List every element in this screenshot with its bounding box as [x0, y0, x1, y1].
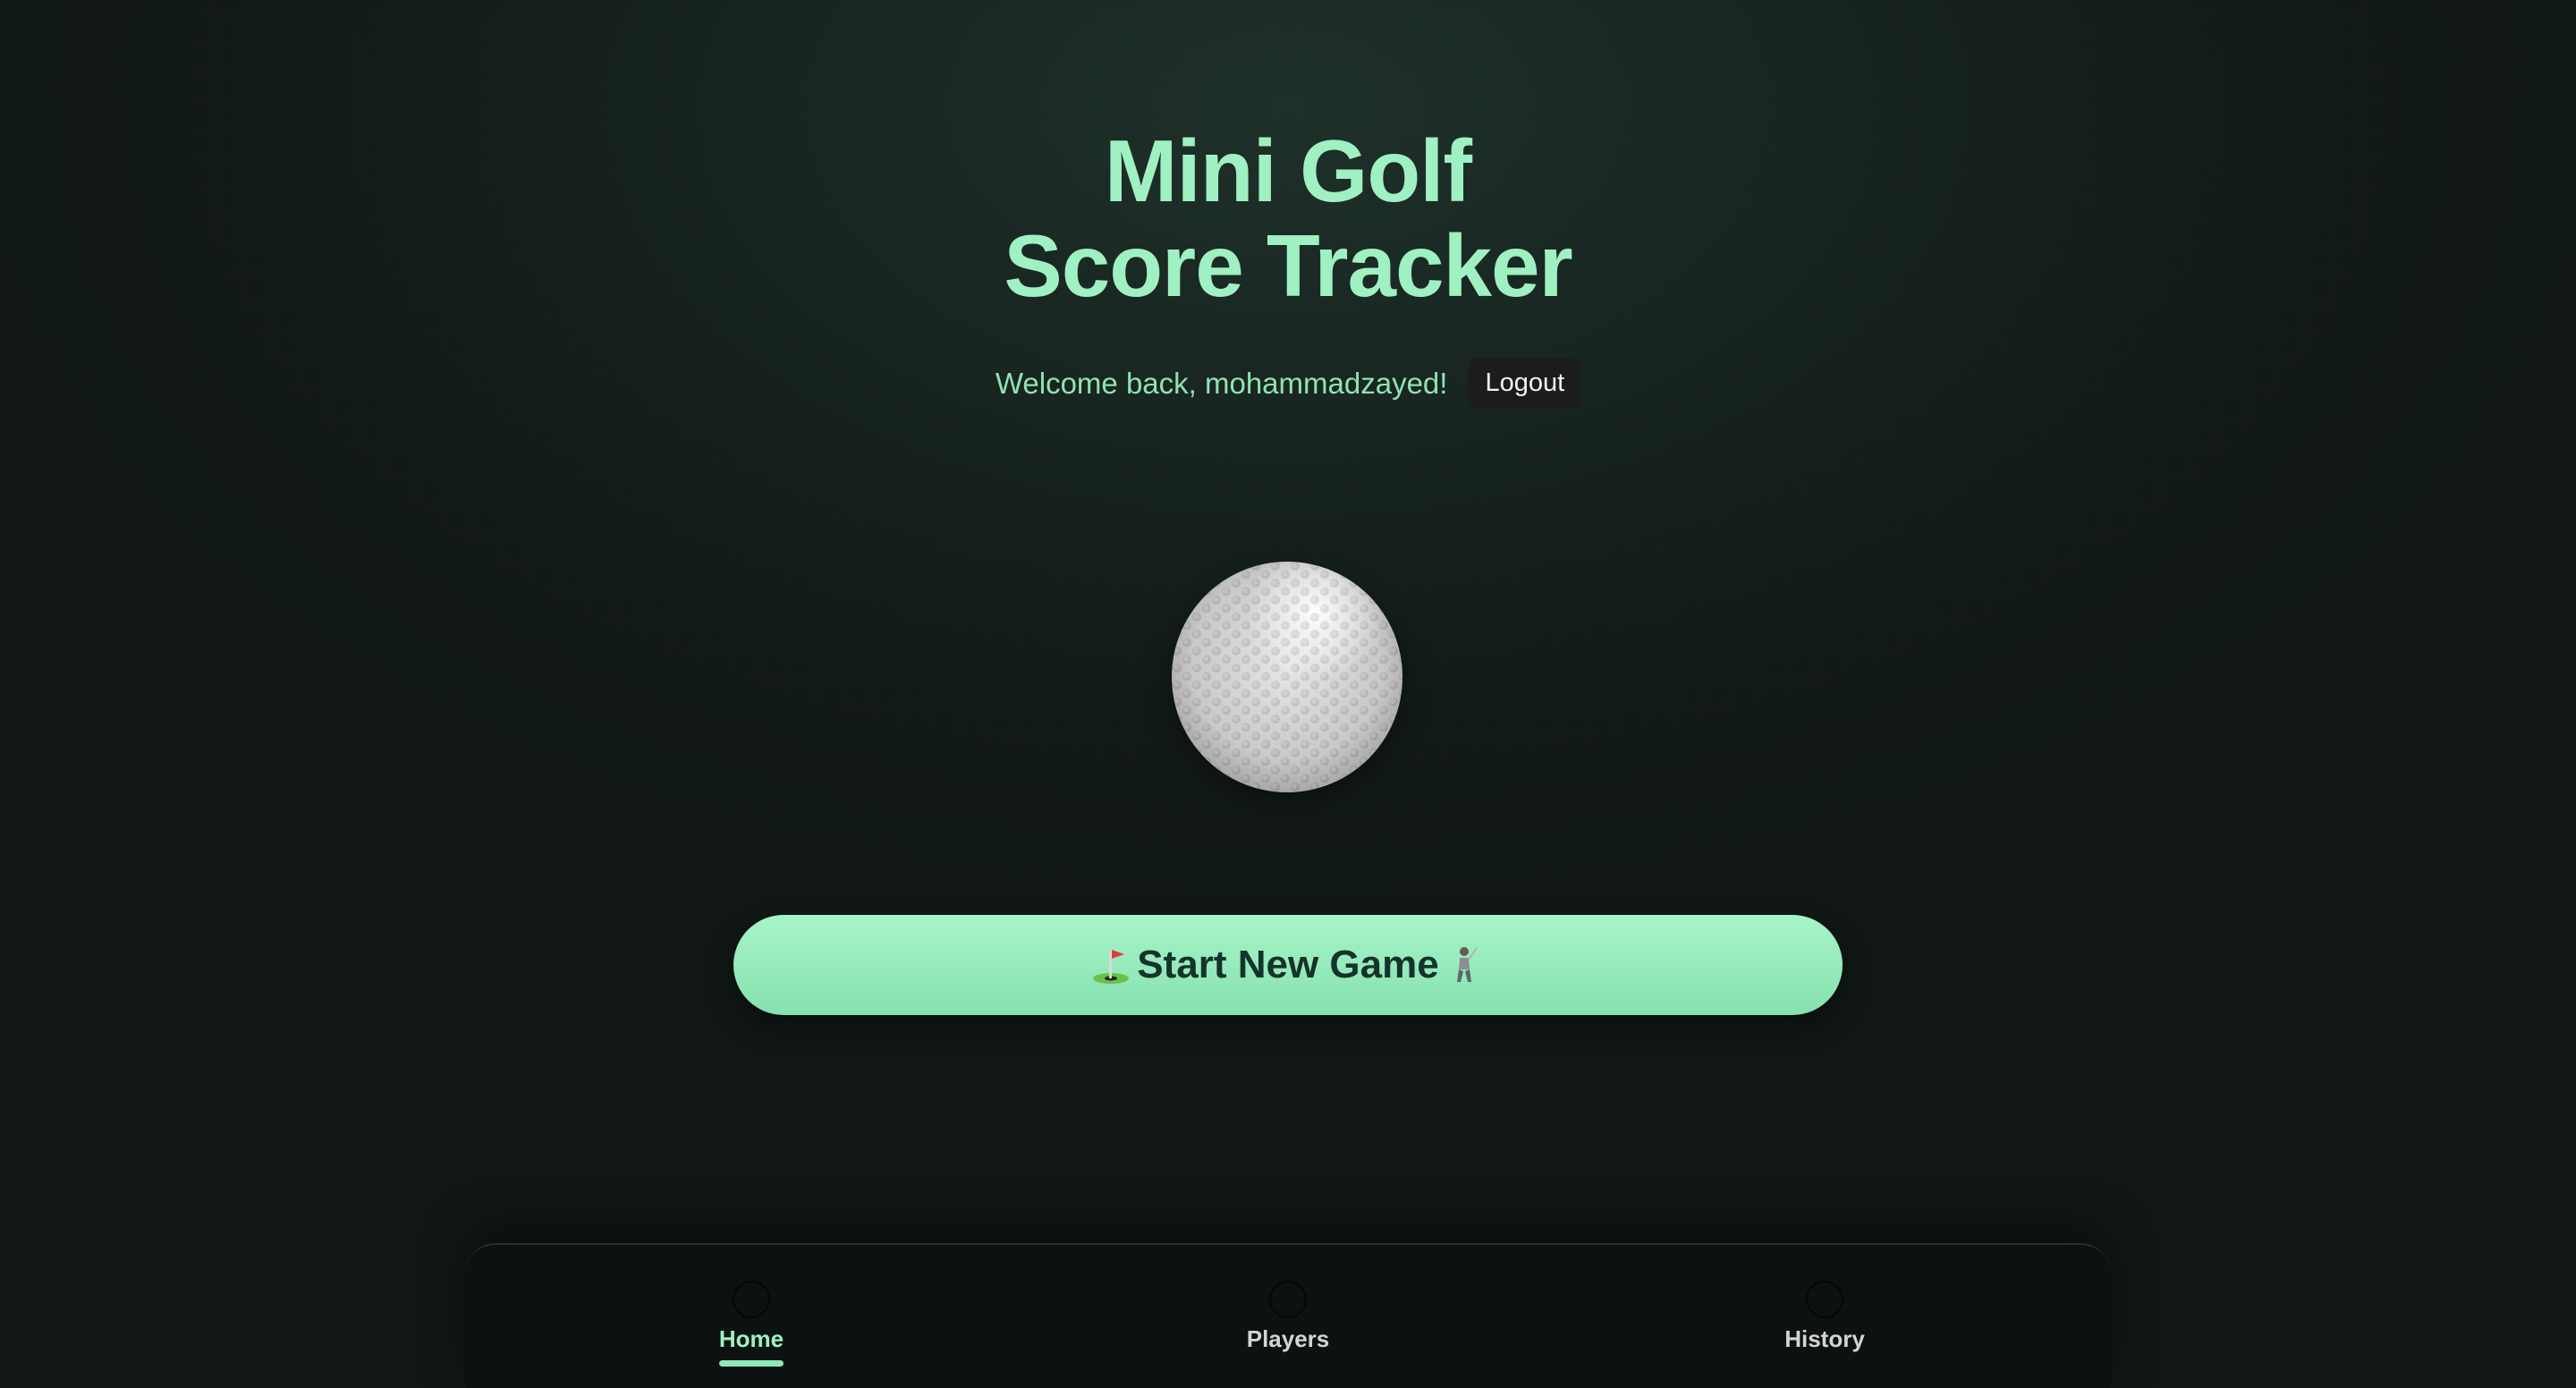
nav-item-home[interactable]: Home [662, 1281, 841, 1367]
golf-ball-dimples [1172, 562, 1402, 792]
start-new-game-button[interactable]: Start New Game [733, 915, 1843, 1015]
golfer-icon [1456, 947, 1478, 982]
nav-item-players[interactable]: Players [1199, 1281, 1377, 1353]
nav-label-home: Home [718, 1325, 784, 1352]
active-tab-indicator [719, 1360, 784, 1367]
nav-label-history: History [1784, 1325, 1865, 1352]
golf-ball-icon [1172, 562, 1402, 792]
players-icon [1269, 1281, 1307, 1318]
title-line-1: Mini Golf [1104, 122, 1472, 220]
flag-in-hole-icon [1093, 950, 1130, 984]
history-icon [1806, 1281, 1843, 1318]
title-line-2: Score Tracker [1004, 216, 1572, 315]
nav-label-players: Players [1246, 1325, 1330, 1352]
nav-item-history[interactable]: History [1735, 1281, 1914, 1353]
welcome-message: Welcome back, mohammadzayed! [995, 366, 1448, 400]
logout-button[interactable]: Logout [1469, 358, 1581, 409]
home-icon [733, 1281, 770, 1318]
bottom-navigation: Home Players History [465, 1243, 2111, 1388]
start-new-game-label: Start New Game [1137, 943, 1439, 986]
user-bar: Welcome back, mohammadzayed! Logout [0, 358, 2576, 409]
page-title: Mini Golf Score Tracker [0, 123, 2576, 313]
